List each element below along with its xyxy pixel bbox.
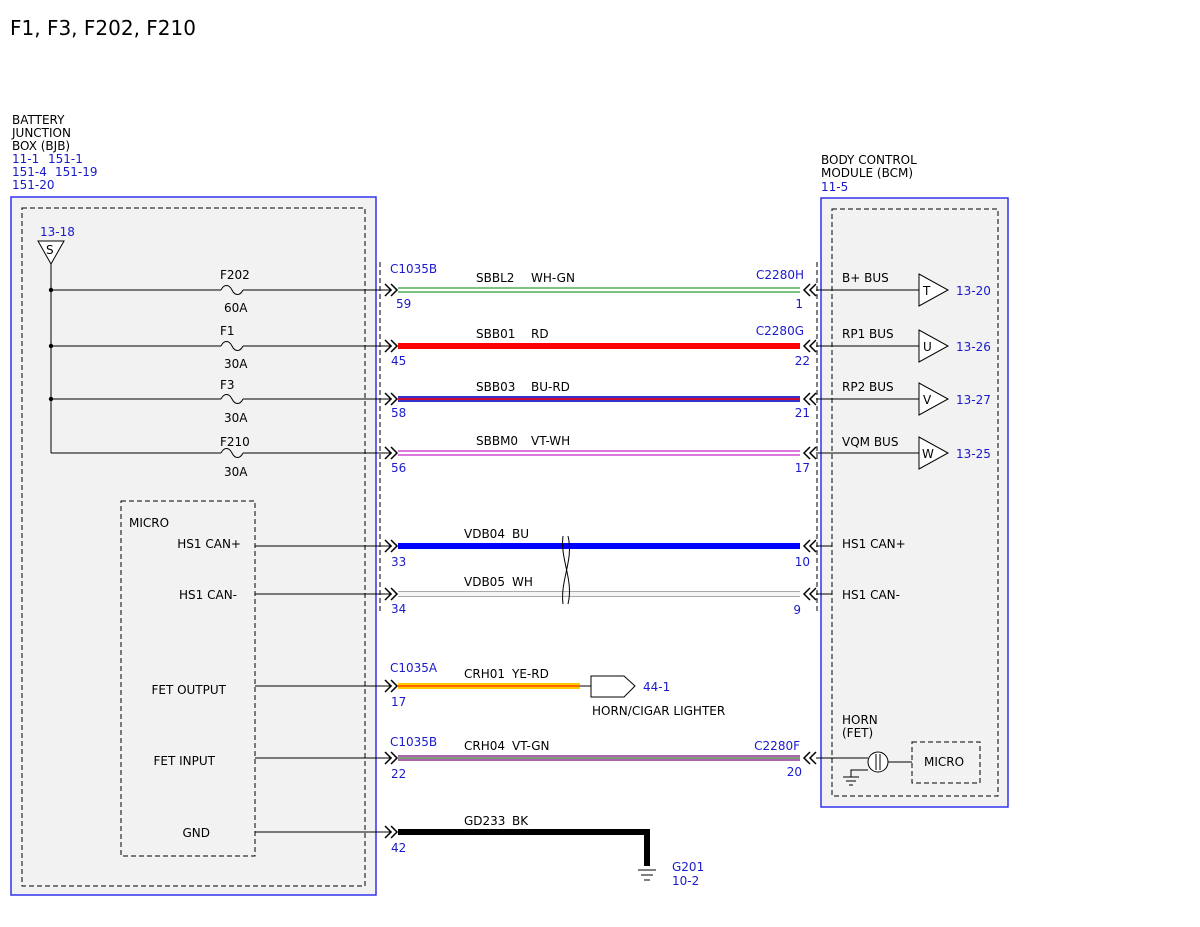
circuit-crh01: CRH01 [464, 667, 505, 681]
wire-gd233 [398, 829, 650, 866]
wiring-diagram: F1, F3, F202, F210 BATTERY JUNCTION BOX … [10, 16, 1009, 896]
horn-lighter-connector [590, 675, 636, 698]
splice-label: S [46, 243, 54, 257]
circuit-crh04: CRH04 [464, 739, 505, 753]
ground-g201-ref: 10-2 [672, 874, 699, 888]
ground-g201-symbol [638, 869, 656, 881]
circuit-vdb04-color: BU [512, 527, 529, 541]
pin-1: 1 [795, 297, 803, 311]
fuse-f1-name: F1 [220, 324, 235, 338]
circuit-gd233-color: BK [512, 814, 529, 828]
connector-c2280h: C2280H [756, 268, 804, 282]
pin-9: 9 [793, 603, 801, 617]
pin-45: 45 [391, 354, 406, 368]
bcm-label: BODY CONTROL MODULE (BCM) 11-5 [821, 153, 917, 194]
svg-text:MODULE (BCM): MODULE (BCM) [821, 166, 913, 180]
fuse-f210-rating: 30A [224, 465, 248, 479]
svg-text:BATTERY: BATTERY [12, 113, 65, 127]
splice-ref: 13-18 [40, 225, 75, 239]
svg-text:W: W [922, 447, 934, 461]
svg-text:151-1: 151-1 [48, 152, 83, 166]
bjb-pin-fet-input: FET INPUT [154, 754, 216, 768]
pin-33: 33 [391, 555, 406, 569]
bcm-pin-rp1-bus: RP1 BUS [842, 327, 894, 341]
svg-text:151-4: 151-4 [12, 165, 47, 179]
connector-c1035b-top: C1035B [390, 262, 437, 276]
circuit-sbb01-color: RD [531, 327, 549, 341]
horn-lighter-ref: 44-1 [643, 680, 670, 694]
bjb-pin-gnd: GND [182, 826, 210, 840]
circuit-crh01-color: YE-RD [511, 667, 549, 681]
fuse-f202-name: F202 [220, 268, 250, 282]
circuit-sbb03-color: BU-RD [531, 380, 570, 394]
svg-text:151-19: 151-19 [55, 165, 98, 179]
bjb-label: BATTERY JUNCTION BOX (BJB) 11-1 151-1 15… [11, 113, 98, 192]
bcm-pin-hs1-can-minus: HS1 CAN- [842, 588, 900, 602]
bcm-micro-label: MICRO [924, 755, 964, 769]
bus-ref-13-25: 13-25 [956, 447, 991, 461]
circuit-sbbl2-color: WH-GN [531, 271, 575, 285]
circuit-gd233: GD233 [464, 814, 505, 828]
bus-ref-13-20: 13-20 [956, 284, 991, 298]
bcm-pin-hs1-can-plus: HS1 CAN+ [842, 537, 906, 551]
fuse-f210-name: F210 [220, 435, 250, 449]
svg-text:JUNCTION: JUNCTION [11, 126, 71, 140]
bcm-pin-bplus-bus: B+ BUS [842, 271, 889, 285]
svg-text:151-20: 151-20 [12, 178, 55, 192]
connector-c1035b-bottom: C1035B [390, 735, 437, 749]
page-title: F1, F3, F202, F210 [10, 16, 196, 40]
connector-c2280g: C2280G [756, 324, 804, 338]
pin-21: 21 [795, 406, 810, 420]
horn-fet-label-2: (FET) [842, 726, 873, 740]
pin-17-right: 17 [795, 461, 810, 475]
bcm-pin-vqm-bus: VQM BUS [842, 435, 898, 449]
ground-g201-name: G201 [672, 860, 704, 874]
pin-22-right: 22 [795, 354, 810, 368]
pin-56: 56 [391, 461, 406, 475]
fuse-f202-rating: 60A [224, 301, 248, 315]
pin-59: 59 [396, 297, 411, 311]
pin-42: 42 [391, 841, 406, 855]
svg-text:U: U [923, 340, 932, 354]
fuse-f3-name: F3 [220, 378, 235, 392]
bus-ref-13-27: 13-27 [956, 393, 991, 407]
connector-c1035a: C1035A [390, 661, 438, 675]
svg-text:V: V [923, 393, 932, 407]
pin-10: 10 [795, 555, 810, 569]
circuit-sbbm0-color: VT-WH [531, 434, 570, 448]
pin-20: 20 [787, 765, 802, 779]
circuit-crh04-color: VT-GN [512, 739, 549, 753]
connector-c2280f: C2280F [754, 739, 800, 753]
bjb-pin-fet-output: FET OUTPUT [151, 683, 226, 697]
svg-text:BODY CONTROL: BODY CONTROL [821, 153, 917, 167]
pin-34: 34 [391, 602, 406, 616]
circuit-sbb03: SBB03 [476, 380, 515, 394]
circuit-vdb05: VDB05 [464, 575, 505, 589]
horn-lighter-label: HORN/CIGAR LIGHTER [592, 704, 725, 718]
circuit-sbb01: SBB01 [476, 327, 515, 341]
svg-text:BOX (BJB): BOX (BJB) [12, 139, 70, 153]
bcm-pin-rp2-bus: RP2 BUS [842, 380, 894, 394]
pin-17-left: 17 [391, 695, 406, 709]
circuit-sbbm0: SBBM0 [476, 434, 518, 448]
svg-text:11-1: 11-1 [12, 152, 39, 166]
bjb-pin-hs1-can-plus: HS1 CAN+ [177, 537, 241, 551]
bjb-pin-hs1-can-minus: HS1 CAN- [179, 588, 237, 602]
svg-text:T: T [922, 284, 931, 298]
pin-22-left: 22 [391, 767, 406, 781]
circuit-sbbl2: SBBL2 [476, 271, 514, 285]
bus-ref-13-26: 13-26 [956, 340, 991, 354]
svg-text:11-5: 11-5 [821, 180, 848, 194]
circuit-vdb04: VDB04 [464, 527, 505, 541]
horn-fet-label-1: HORN [842, 713, 878, 727]
fuse-f3-rating: 30A [224, 411, 248, 425]
fuse-f1-rating: 30A [224, 357, 248, 371]
pin-58: 58 [391, 406, 406, 420]
circuit-vdb05-color: WH [512, 575, 533, 589]
bjb-micro-label: MICRO [129, 516, 169, 530]
